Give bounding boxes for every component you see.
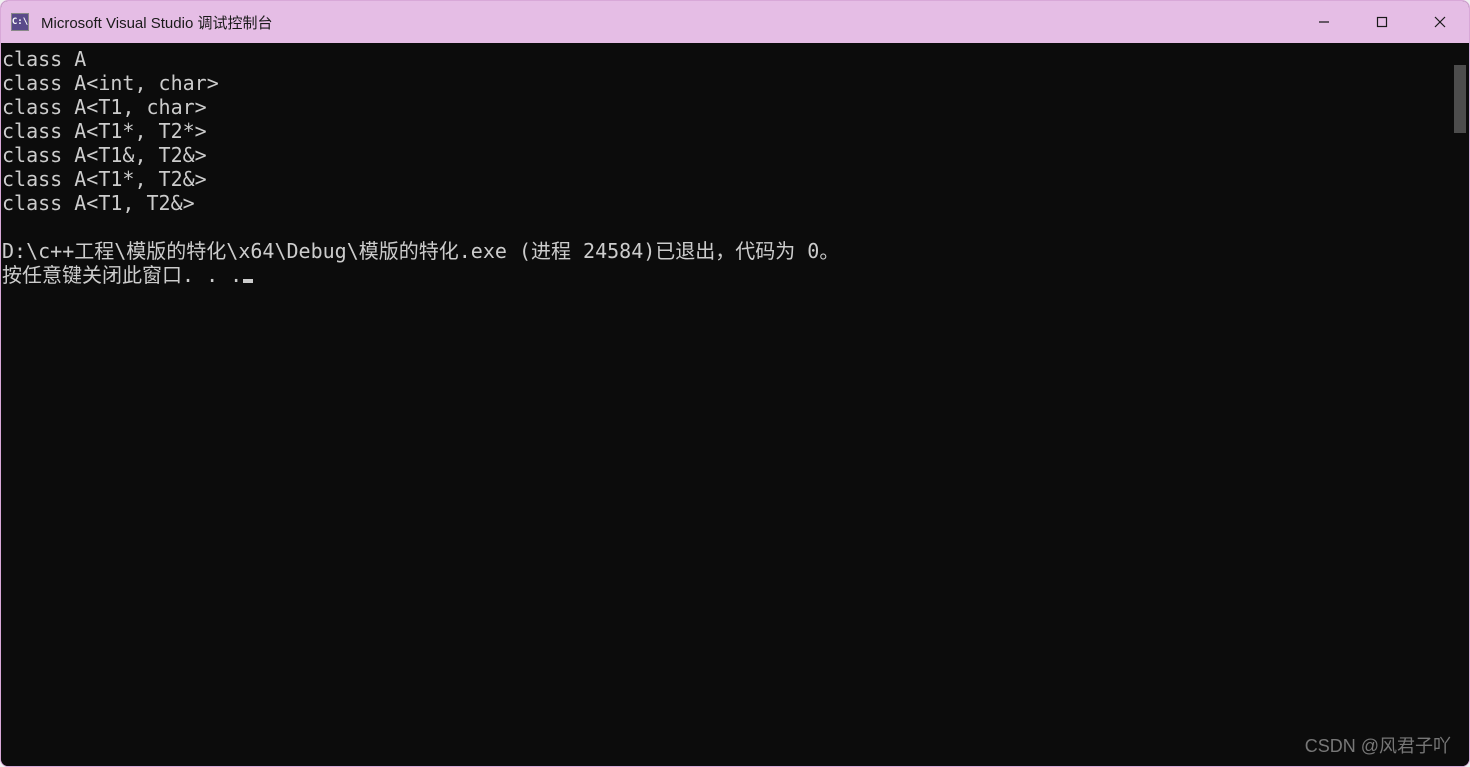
prompt-line: 按任意键关闭此窗口. . . (2, 263, 242, 287)
titlebar[interactable]: C:\ Microsoft Visual Studio 调试控制台 (1, 1, 1469, 43)
close-icon (1433, 15, 1447, 29)
console-output[interactable]: class A class A<int, char> class A<T1, c… (1, 43, 1451, 766)
scrollbar-thumb[interactable] (1454, 65, 1466, 133)
watermark-text: CSDN @风君子吖 (1305, 732, 1451, 758)
minimize-icon (1318, 16, 1330, 28)
close-button[interactable] (1411, 1, 1469, 43)
text-cursor (243, 279, 253, 283)
window-title: Microsoft Visual Studio 调试控制台 (41, 12, 1295, 33)
maximize-button[interactable] (1353, 1, 1411, 43)
minimize-button[interactable] (1295, 1, 1353, 43)
console-window: C:\ Microsoft Visual Studio 调试控制台 class … (0, 0, 1470, 767)
window-controls (1295, 1, 1469, 43)
console-area: class A class A<int, char> class A<T1, c… (1, 43, 1469, 766)
maximize-icon (1376, 16, 1388, 28)
app-icon: C:\ (11, 13, 29, 31)
vertical-scrollbar[interactable] (1451, 43, 1469, 766)
